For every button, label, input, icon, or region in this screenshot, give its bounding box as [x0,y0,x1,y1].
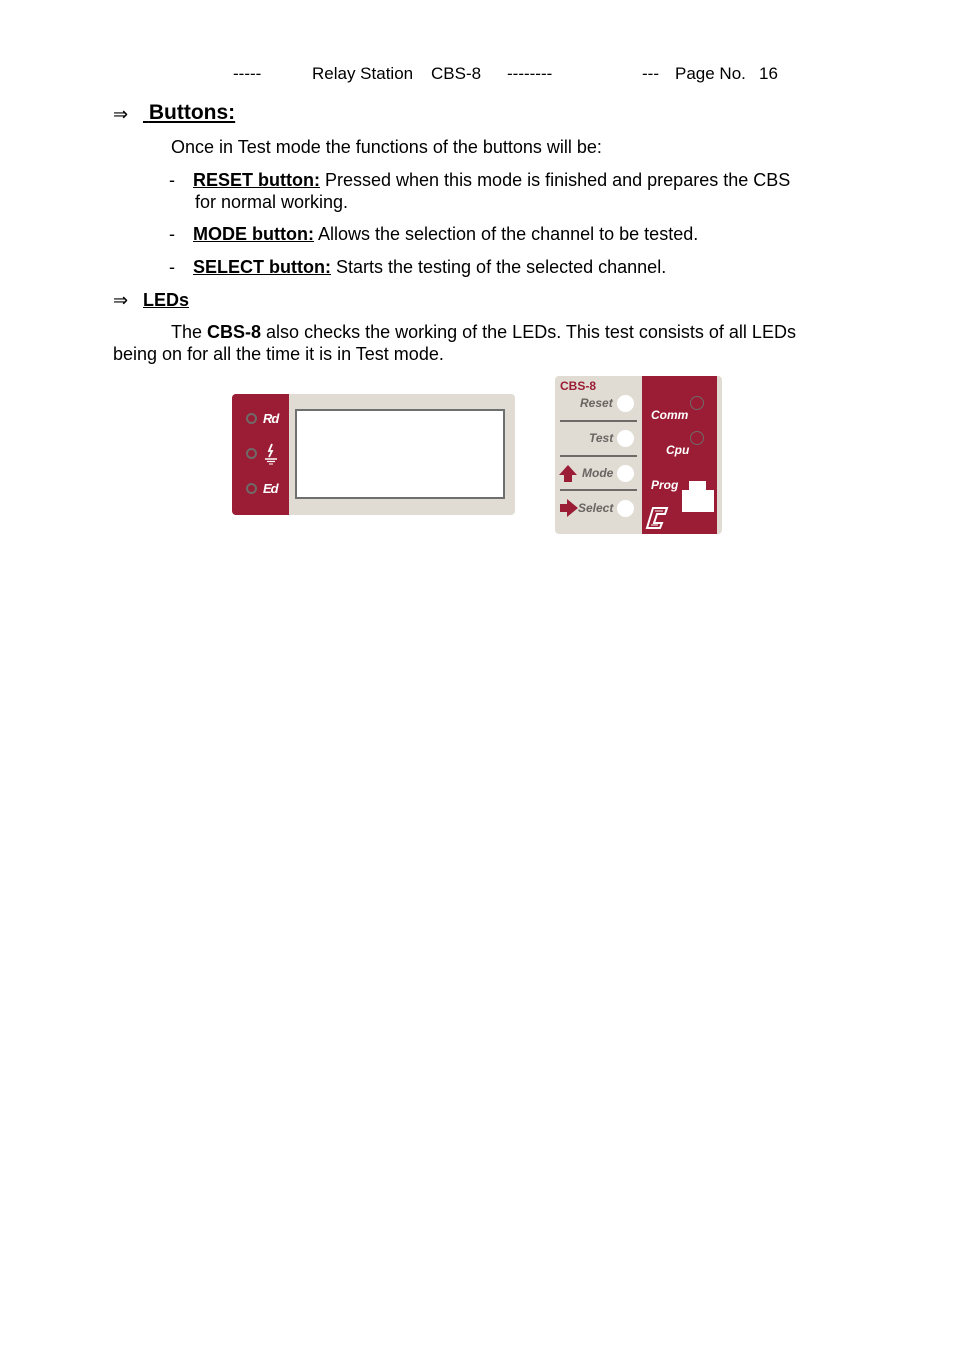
comm-label: Comm [651,408,689,422]
right-arrow-icon [560,499,578,517]
reset-desc-line2: for normal working. [195,192,349,212]
divider [560,489,637,491]
bullet: - [169,257,175,277]
divider [560,455,637,457]
buttons-intro: Once in Test mode the functions of the b… [171,137,602,157]
ed-label: Ed [263,481,279,496]
brand-logo-icon [645,507,669,529]
lightning-ground-icon [265,443,277,465]
display-panel-figure: Rd Ed [232,394,515,515]
header-dash-2: -------- [507,64,553,83]
leds-para-model: CBS-8 [207,322,262,342]
reset-button[interactable] [617,395,634,412]
lcd-screen [295,409,505,499]
divider [560,420,637,422]
cpu-led [690,431,704,445]
up-arrow-icon [559,465,577,482]
mode-button-item: MODE button: Allows the selection of the… [193,223,698,245]
section-arrow-icon: ⇒ [113,290,129,311]
leds-paragraph-line2: being on for all the time it is in Test … [113,344,444,364]
cpu-label: Cpu [666,443,690,457]
mode-term: MODE button: [193,224,314,244]
test-button[interactable] [617,430,634,447]
header-page-number: 16 [759,64,778,83]
select-button[interactable] [617,500,634,517]
buttons-heading: Buttons: [143,101,235,125]
reset-term: RESET button: [193,170,320,190]
select-desc: Starts the testing of the selected chann… [330,257,667,277]
bullet: - [169,170,175,190]
header-dash-1: ----- [233,64,262,83]
prog-port [682,490,714,512]
section-arrow-icon: ⇒ [113,104,129,125]
header-dash-3: --- [642,64,659,83]
select-term: SELECT button: [193,257,331,277]
select-button-item: SELECT button: Starts the testing of the… [193,256,666,278]
select-label: Select [578,501,614,515]
led-strip [232,394,289,515]
mode-button[interactable] [617,465,634,482]
buttons-heading-text: Buttons: [148,101,236,124]
power-led [246,448,257,459]
prog-label: Prog [651,478,679,492]
test-label: Test [589,431,614,445]
reset-label: Reset [580,396,613,410]
control-panel-figure: CBS-8 Reset Test Mode Select Comm Cpu Pr… [555,376,722,534]
header-doc-title: Relay Station [312,64,414,83]
rd-label: Rd [263,411,279,426]
ed-led [246,483,257,494]
bullet: - [169,224,175,244]
leds-heading: LEDs [143,290,190,310]
reset-desc: Pressed when this mode is finished and p… [319,170,791,190]
mode-desc: Allows the selection of the channel to b… [313,224,699,244]
header-page-label: Page No. [675,64,746,83]
reset-button-item: RESET button: Pressed when this mode is … [193,169,790,191]
comm-led [690,396,704,410]
header-model: CBS-8 [431,64,482,83]
rd-led [246,413,257,424]
leds-paragraph-line1: The CBS-8 also checks the working of the… [171,321,796,343]
leds-para-pre: The [171,322,208,342]
panel-title: CBS-8 [560,379,597,393]
leds-para-post: also checks the working of the LEDs. Thi… [261,322,796,342]
mode-label: Mode [582,466,614,480]
